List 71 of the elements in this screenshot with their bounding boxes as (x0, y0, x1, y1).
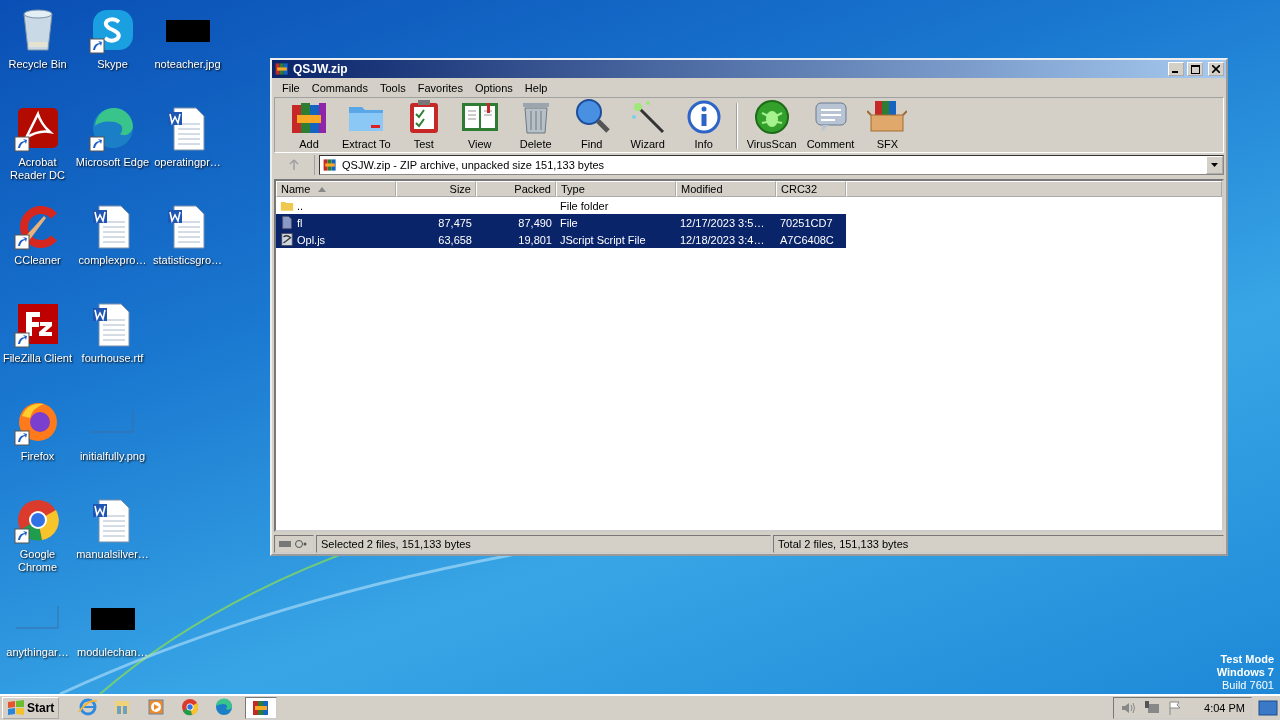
script-file-icon (280, 232, 294, 247)
windows-logo-icon (7, 700, 25, 716)
toolbar-button[interactable]: Info (675, 97, 732, 150)
column-header[interactable]: Type (556, 181, 676, 197)
media-player-icon (146, 697, 167, 717)
minimize-button[interactable] (1168, 62, 1184, 76)
os-watermark-text: Test Mode (1220, 653, 1274, 666)
toolbar-button[interactable]: Test (395, 97, 452, 150)
drive-status-icon (274, 535, 314, 553)
books-icon (322, 157, 338, 173)
table-cell: 87,475 (438, 216, 472, 229)
table-cell: 19,801 (518, 233, 552, 246)
taskbar-button[interactable] (245, 697, 278, 719)
toolbar-button[interactable]: SFX (859, 97, 916, 150)
table-cell: fl (297, 216, 303, 229)
status-text: Total 2 files, 151,133 bytes (773, 535, 1224, 553)
menu-item[interactable]: Favorites (411, 81, 469, 94)
toolbar-button[interactable]: Extract To (337, 97, 396, 150)
column-header[interactable]: CRC32 (776, 181, 846, 197)
maximize-button[interactable] (1187, 62, 1203, 76)
window-title: QSJW.zip (293, 62, 349, 76)
speaker-icon[interactable] (1120, 701, 1137, 715)
maximize-icon (1190, 64, 1200, 74)
table-cell: 63,658 (438, 233, 472, 246)
table-cell: File folder (560, 199, 609, 212)
table-cell: .. (297, 199, 304, 212)
menu-item[interactable]: Commands (305, 81, 374, 94)
file-row[interactable]: fl 87,475 87,490 File 12/17/2023 3:5… 70251CD7 (276, 214, 846, 231)
close-icon (1212, 65, 1220, 73)
column-header[interactable]: Name (276, 181, 396, 197)
caret-icon (1211, 163, 1218, 167)
file-icon (280, 215, 294, 230)
menu-item[interactable]: Tools (374, 81, 412, 94)
table-cell: 12/17/2023 3:5… (680, 216, 765, 229)
network-icon[interactable] (1144, 701, 1161, 715)
file-row[interactable]: .. File folder (276, 197, 846, 214)
table-cell: Opl.js (297, 233, 326, 246)
dropdown-button[interactable] (1206, 156, 1223, 174)
status-text: Selected 2 files, 151,133 bytes (316, 535, 771, 553)
table-cell: 87,490 (518, 216, 552, 229)
file-row[interactable]: Opl.js 63,658 19,801 JScript Script File 12/18/2023 3:4… A7C6408C (276, 231, 846, 248)
books-icon (274, 61, 290, 77)
toolbar-button[interactable]: Wizard (619, 97, 676, 150)
toolbar-button[interactable]: Find (563, 97, 620, 150)
column-header[interactable]: Modified (676, 181, 776, 197)
close-button[interactable] (1208, 62, 1224, 76)
start-button[interactable]: Start (2, 697, 60, 719)
table-cell: 12/18/2023 3:4… (680, 233, 765, 246)
edge-icon (214, 697, 235, 717)
toolbar-button[interactable]: View (451, 97, 508, 150)
show-desktop-icon[interactable] (1258, 700, 1278, 716)
chrome-icon (180, 697, 201, 717)
toolbar-button[interactable]: Comment (801, 97, 860, 150)
table-cell: JScript Script File (560, 233, 646, 246)
browser-icon (78, 697, 99, 717)
column-header[interactable]: Size (396, 181, 476, 197)
table-cell: 70251CD7 (780, 216, 833, 229)
toolbar-button[interactable]: Delete (507, 97, 564, 150)
menu-item[interactable]: File (276, 81, 306, 94)
column-header[interactable]: Packed (476, 181, 556, 197)
toolbar-button[interactable]: VirusScan (741, 97, 802, 150)
toolbar-button[interactable]: Add (281, 97, 337, 150)
os-watermark-text: Build 7601 (1222, 679, 1274, 692)
table-cell: File (560, 216, 578, 229)
os-watermark-text: Windows 7 (1216, 666, 1274, 679)
table-cell: A7C6408C (780, 233, 834, 246)
menu-item[interactable]: Help (518, 81, 554, 94)
up-arrow-icon (289, 159, 299, 171)
menu-item[interactable]: Options (468, 81, 519, 94)
address-field[interactable]: QSJW.zip - ZIP archive, unpacked size 151,133 bytes (319, 155, 1224, 175)
clock[interactable]: 4:04 PM (1204, 702, 1245, 714)
